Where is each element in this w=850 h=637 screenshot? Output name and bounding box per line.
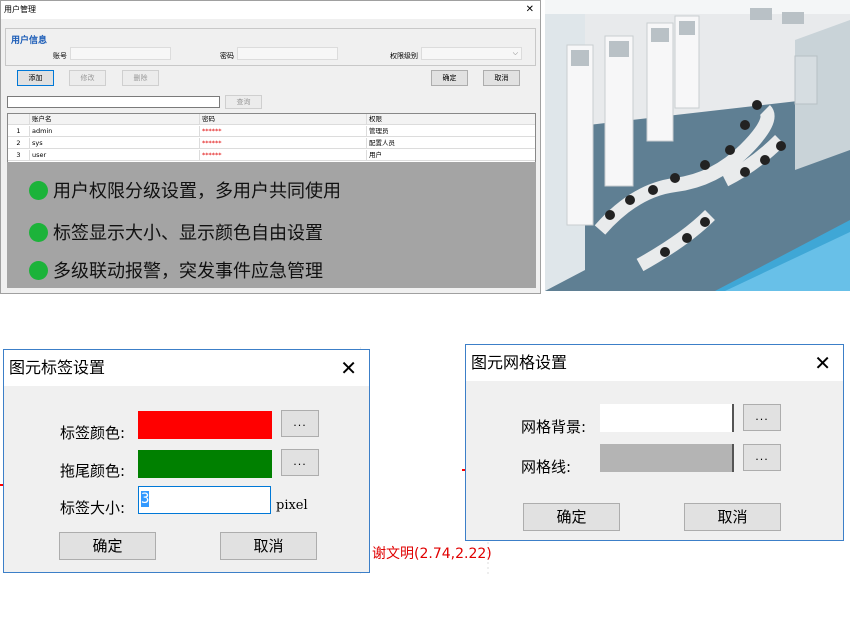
- window-title: 用户管理: [4, 5, 36, 14]
- bullet-dot-icon: [29, 260, 48, 280]
- control-room-image: [545, 0, 850, 291]
- level-select[interactable]: ⌵: [421, 47, 522, 60]
- tail-color-swatch: [138, 450, 272, 478]
- row-password: ******: [200, 138, 367, 149]
- ok-button[interactable]: 确定: [523, 503, 620, 531]
- row-index: 1: [8, 126, 30, 137]
- grid-background-label: 网格背景:: [521, 418, 587, 436]
- header-role: 权限: [369, 115, 382, 123]
- window-titlebar: 用户管理 ✕: [1, 1, 540, 19]
- level-label: 权限级别: [390, 52, 418, 60]
- table-row[interactable]: 1 admin ****** 管理员: [8, 126, 535, 137]
- label-size-input[interactable]: 3: [138, 486, 271, 514]
- header-account: 账户名: [30, 114, 200, 125]
- feature-text: 多级联动报警，突发事件应急管理: [53, 261, 323, 282]
- password-label: 密码: [220, 52, 234, 60]
- control-room-illustration: [545, 0, 850, 291]
- ok-button[interactable]: 确定: [59, 532, 156, 560]
- account-field[interactable]: [70, 47, 171, 60]
- label-color-label: 标签颜色:: [60, 424, 126, 442]
- delete-button[interactable]: 删除: [122, 70, 159, 86]
- modify-button[interactable]: 修改: [69, 70, 106, 86]
- size-unit: pixel: [276, 498, 308, 513]
- grid-line-label: 网格线:: [521, 458, 572, 476]
- dialog-title: 图元网格设置: [466, 345, 843, 381]
- label-color-browse-button[interactable]: ...: [281, 410, 319, 437]
- group-title: 用户信息: [11, 36, 48, 46]
- dialog-title: 图元标签设置: [4, 350, 369, 386]
- label-settings-dialog: 图元标签设置 ✕ 标签颜色: ... 拖尾颜色: ... 标签大小: 3 pix…: [3, 349, 370, 573]
- row-role: 用户: [369, 151, 382, 159]
- account-label: 账号: [53, 52, 67, 60]
- add-button[interactable]: 添加: [17, 70, 54, 86]
- chevron-down-icon: ⌵: [512, 49, 518, 57]
- row-account: sys: [30, 138, 200, 149]
- bullet-dot-icon: [29, 222, 48, 242]
- table-header-row: 账户名 密码 权限: [8, 114, 535, 125]
- row-role: 管理员: [369, 127, 389, 135]
- label-size-label: 标签大小:: [60, 499, 126, 517]
- feature-item: 标签显示大小、显示颜色自由设置: [29, 221, 323, 244]
- bullet-dot-icon: [29, 180, 48, 200]
- grid-background-browse-button[interactable]: ...: [743, 404, 781, 431]
- row-index: 3: [8, 150, 30, 161]
- row-role: 配置人员: [369, 139, 395, 147]
- map-label-text: 谢文明(2.74,2.22): [372, 546, 492, 562]
- feature-item: 多级联动报警，突发事件应急管理: [29, 259, 323, 282]
- ok-button[interactable]: 确定: [431, 70, 468, 86]
- label-size-value: 3: [141, 491, 150, 507]
- feature-text: 用户权限分级设置，多用户共同使用: [53, 181, 341, 202]
- search-button[interactable]: 查询: [225, 95, 262, 109]
- row-account: user: [30, 150, 200, 161]
- row-password: ******: [200, 126, 367, 137]
- tail-color-browse-button[interactable]: ...: [281, 449, 319, 476]
- grid-line-browse-button[interactable]: ...: [743, 444, 781, 471]
- feature-text: 标签显示大小、显示颜色自由设置: [53, 223, 323, 244]
- row-account: admin: [30, 126, 200, 137]
- user-management-window: 用户管理 ✕ 用户信息 账号 密码 权限级别 ⌵ 添加 修改 删除 确定 取消 …: [0, 0, 541, 294]
- tail-color-label: 拖尾颜色:: [60, 462, 126, 480]
- user-table: 账户名 密码 权限 1 admin ****** 管理员 2 sys *****…: [7, 113, 536, 163]
- table-row[interactable]: 2 sys ****** 配置人员: [8, 138, 535, 149]
- header-password: 密码: [200, 114, 367, 125]
- user-info-group: 用户信息 账号 密码 权限级别 ⌵: [5, 28, 536, 66]
- row-index: 2: [8, 138, 30, 149]
- grid-line-swatch: [600, 444, 734, 472]
- search-input[interactable]: [7, 96, 220, 108]
- password-field[interactable]: [237, 47, 338, 60]
- cancel-button[interactable]: 取消: [483, 70, 520, 86]
- row-password: ******: [200, 150, 367, 161]
- close-icon[interactable]: ✕: [814, 345, 831, 381]
- header-index: [8, 114, 30, 125]
- grid-background-swatch: [600, 404, 734, 432]
- close-icon[interactable]: ✕: [526, 1, 534, 19]
- label-color-swatch: [138, 411, 272, 439]
- cancel-button[interactable]: 取消: [684, 503, 781, 531]
- cancel-button[interactable]: 取消: [220, 532, 317, 560]
- feature-overlay: 用户权限分级设置，多用户共同使用 标签显示大小、显示颜色自由设置 多级联动报警，…: [7, 162, 536, 288]
- grid-settings-dialog: 图元网格设置 ✕ 网格背景: ... 网格线: ... 确定 取消: [465, 344, 844, 541]
- close-icon[interactable]: ✕: [340, 350, 357, 386]
- table-row[interactable]: 3 user ****** 用户: [8, 150, 535, 161]
- feature-item: 用户权限分级设置，多用户共同使用: [29, 179, 341, 202]
